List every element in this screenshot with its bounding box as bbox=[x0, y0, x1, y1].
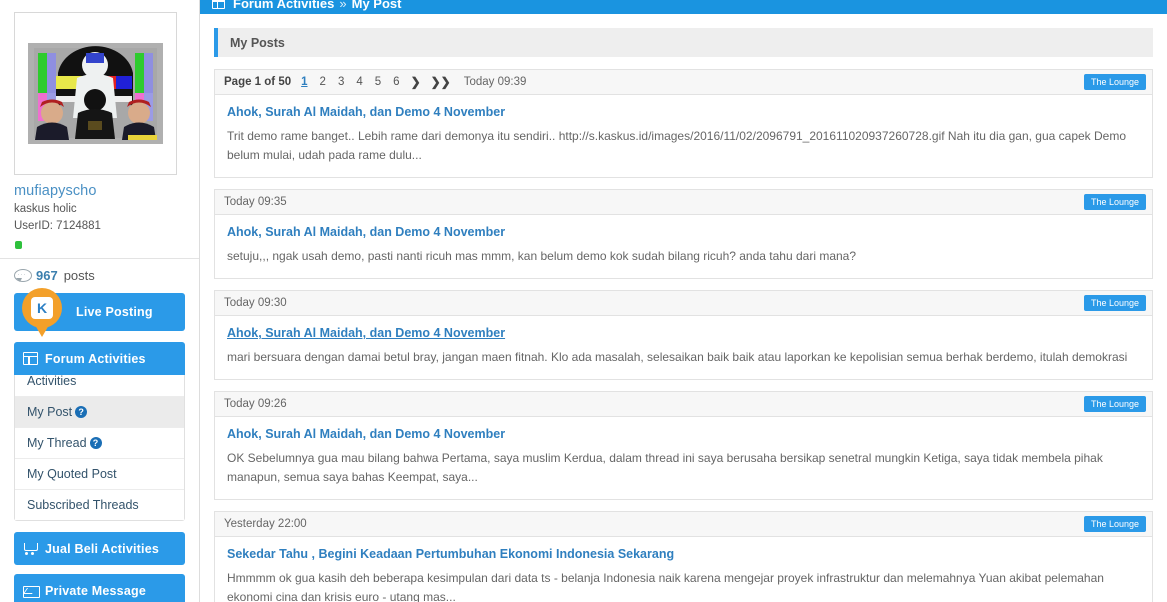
post-item: Ahok, Surah Al Maidah, dan Demo 4 Novemb… bbox=[214, 417, 1153, 500]
post-timestamp: Yesterday 22:00 bbox=[224, 518, 307, 530]
post-count-value: 967 bbox=[36, 268, 58, 283]
forum-activities-label: Forum Activities bbox=[45, 351, 146, 366]
post-excerpt: OK Sebelumnya gua mau bilang bahwa Perta… bbox=[227, 451, 1103, 484]
forum-activities-list: Activities My Post? My Thread? My Quoted… bbox=[14, 366, 185, 521]
post-excerpt: Trit demo rame banget.. Lebih rame dari … bbox=[227, 129, 1127, 162]
page-link-4[interactable]: 4 bbox=[356, 76, 362, 88]
post-header-bar: Today 09:30 The Lounge bbox=[214, 290, 1153, 316]
main-content: Forum Activities » My Post My Posts Page… bbox=[200, 0, 1167, 602]
post-count-label: posts bbox=[63, 268, 95, 283]
post-timestamp: Today 09:26 bbox=[224, 398, 287, 410]
live-posting-label: Live Posting bbox=[76, 305, 153, 319]
jual-beli-label: Jual Beli Activities bbox=[45, 541, 159, 556]
sidebar-nav: K Live Posting Forum Activities Activiti… bbox=[0, 288, 199, 602]
avatar-image bbox=[28, 43, 163, 144]
online-status-indicator bbox=[15, 241, 22, 249]
forum-badge[interactable]: The Lounge bbox=[1083, 396, 1146, 412]
speech-bubble-icon: ··· bbox=[14, 269, 32, 282]
sidebar-item-label: My Thread bbox=[27, 436, 87, 450]
post-excerpt: mari bersuara dengan damai betul bray, j… bbox=[227, 350, 1128, 364]
profile-username[interactable]: mufiapyscho bbox=[14, 183, 185, 199]
cart-icon bbox=[23, 542, 38, 555]
last-page-icon[interactable]: ❯❯ bbox=[431, 75, 451, 89]
post-item: Ahok, Surah Al Maidah, dan Demo 4 Novemb… bbox=[214, 95, 1153, 178]
page-link-1[interactable]: 1 bbox=[301, 76, 307, 88]
breadcrumb-separator: » bbox=[339, 0, 347, 11]
avatar-frame bbox=[14, 12, 177, 175]
post-title-link[interactable]: Ahok, Surah Al Maidah, dan Demo 4 Novemb… bbox=[227, 427, 1138, 441]
page-of-label: Page 1 of 50 bbox=[224, 76, 292, 88]
page-link-6[interactable]: 6 bbox=[393, 76, 399, 88]
page-link-5[interactable]: 5 bbox=[375, 76, 381, 88]
post-title-link[interactable]: Ahok, Surah Al Maidah, dan Demo 4 Novemb… bbox=[227, 105, 1138, 119]
post-header-bar: Today 09:26 The Lounge bbox=[214, 391, 1153, 417]
sidebar-item-my-quoted-post[interactable]: My Quoted Post bbox=[15, 459, 184, 490]
sidebar-item-subscribed-threads[interactable]: Subscribed Threads bbox=[15, 490, 184, 520]
sidebar-item-my-post[interactable]: My Post? bbox=[15, 397, 184, 428]
next-page-icon[interactable]: ❯ bbox=[411, 75, 421, 89]
post-header-bar: Yesterday 22:00 The Lounge bbox=[214, 511, 1153, 537]
private-message-button[interactable]: Private Message bbox=[14, 574, 185, 602]
kaskus-pin-icon: K bbox=[22, 288, 62, 328]
pin-letter: K bbox=[31, 297, 53, 319]
page-link-3[interactable]: 3 bbox=[338, 76, 344, 88]
post-excerpt: setuju,,, ngak usah demo, pasti nanti ri… bbox=[227, 249, 857, 263]
post-header-bar: Today 09:35 The Lounge bbox=[214, 189, 1153, 215]
breadcrumb-root[interactable]: Forum Activities bbox=[233, 0, 334, 11]
post-item: Ahok, Surah Al Maidah, dan Demo 4 Novemb… bbox=[214, 215, 1153, 279]
post-count-row: ··· 967 posts bbox=[0, 258, 199, 293]
post-excerpt: Hmmmm ok gua kasih deh beberapa kesimpul… bbox=[227, 571, 1104, 602]
post-title-link[interactable]: Sekedar Tahu , Begini Keadaan Pertumbuha… bbox=[227, 547, 1138, 561]
sidebar-item-label: My Quoted Post bbox=[27, 467, 117, 481]
page-title-label: My Posts bbox=[230, 35, 285, 50]
live-posting-button[interactable]: K Live Posting bbox=[14, 288, 185, 331]
forum-badge[interactable]: The Lounge bbox=[1083, 295, 1146, 311]
profile-userid: UserID: 7124881 bbox=[14, 220, 101, 232]
sidebar-item-my-thread[interactable]: My Thread? bbox=[15, 428, 184, 459]
pagination-bar: Page 1 of 50 1 2 3 4 5 6 ❯ ❯❯ Today 09:3… bbox=[214, 69, 1153, 95]
help-icon[interactable]: ? bbox=[89, 437, 102, 449]
post-item: Sekedar Tahu , Begini Keadaan Pertumbuha… bbox=[214, 537, 1153, 602]
page-root: mufiapyscho kaskus holic UserID: 7124881… bbox=[0, 0, 1167, 602]
page-link-2[interactable]: 2 bbox=[320, 76, 326, 88]
avatar bbox=[28, 43, 163, 144]
profile-card: mufiapyscho kaskus holic UserID: 7124881 bbox=[0, 0, 199, 249]
sidebar-item-label: Subscribed Threads bbox=[27, 498, 139, 512]
sidebar: mufiapyscho kaskus holic UserID: 7124881… bbox=[0, 0, 200, 602]
profile-rank: kaskus holic bbox=[14, 203, 77, 215]
envelope-icon bbox=[23, 584, 40, 598]
page-title: My Posts bbox=[214, 28, 1153, 57]
forum-activities-header[interactable]: Forum Activities bbox=[14, 342, 185, 375]
post-title-link[interactable]: Ahok, Surah Al Maidah, dan Demo 4 Novemb… bbox=[227, 225, 1138, 239]
breadcrumb: Forum Activities » My Post bbox=[200, 0, 1167, 14]
post-timestamp: Today 09:30 bbox=[224, 297, 287, 309]
forum-badge[interactable]: The Lounge bbox=[1083, 194, 1146, 210]
post-timestamp: Today 09:35 bbox=[224, 196, 287, 208]
forum-badge[interactable]: The Lounge bbox=[1083, 74, 1146, 90]
jual-beli-activities-button[interactable]: Jual Beli Activities bbox=[14, 532, 185, 565]
post-timestamp: Today 09:39 bbox=[463, 76, 527, 88]
sidebar-item-label: My Post bbox=[27, 405, 73, 419]
private-message-label: Private Message bbox=[45, 583, 146, 598]
forum-badge[interactable]: The Lounge bbox=[1083, 516, 1146, 532]
post-item: Ahok, Surah Al Maidah, dan Demo 4 Novemb… bbox=[214, 316, 1153, 380]
sidebar-item-label: Activities bbox=[27, 374, 77, 388]
post-title-link[interactable]: Ahok, Surah Al Maidah, dan Demo 4 Novemb… bbox=[227, 326, 1138, 340]
grid-icon bbox=[212, 0, 225, 9]
grid-icon bbox=[23, 352, 38, 365]
breadcrumb-current: My Post bbox=[351, 0, 402, 11]
help-icon[interactable]: ? bbox=[75, 406, 88, 418]
